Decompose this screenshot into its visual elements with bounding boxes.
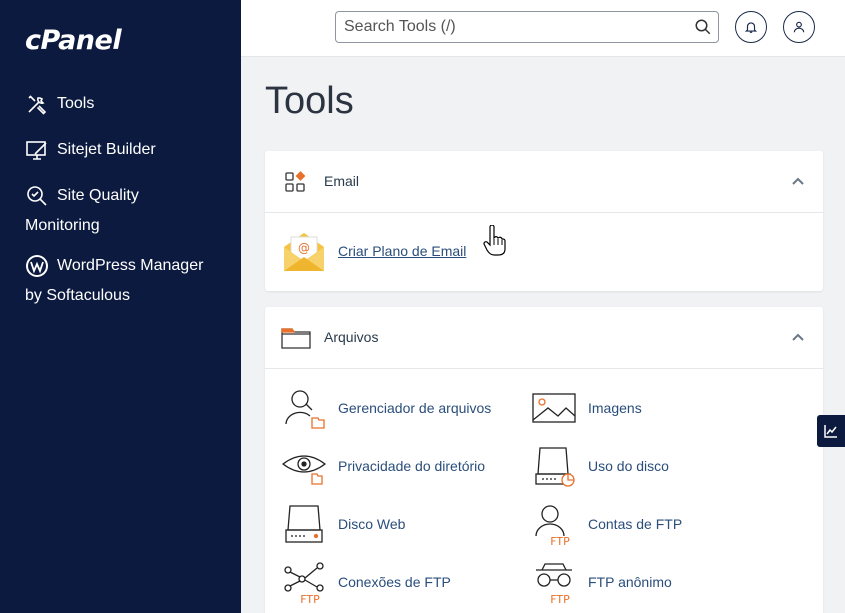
tool-imagens[interactable]: Imagens: [532, 386, 642, 430]
ftp-connections-icon: FTP: [282, 560, 326, 604]
ftp-badge: FTP: [550, 593, 570, 604]
sidebar-item-wordpress-manager[interactable]: WordPress Manager by Softaculous: [25, 251, 203, 311]
ftp-badge: FTP: [550, 535, 570, 546]
cpanel-logo[interactable]: cPanel: [25, 25, 122, 56]
sidebar-item-label: Site Quality: [57, 187, 139, 204]
tools-icon: [25, 92, 49, 116]
folder-icon: [281, 328, 311, 349]
tool-disco-web[interactable]: Disco Web: [282, 502, 405, 546]
chevron-up-icon[interactable]: [791, 332, 805, 342]
chart-line-icon: [824, 425, 837, 438]
monitor-brush-icon: [25, 138, 49, 162]
hand-cursor-icon: [483, 225, 506, 256]
sidebar: cPanel Tools Sitejet Builder Site Qualit…: [0, 0, 241, 613]
files-panel-title: Arquivos: [324, 329, 379, 345]
top-bar: [241, 0, 845, 57]
tool-label[interactable]: Criar Plano de Email: [338, 243, 466, 259]
notifications-button[interactable]: [735, 11, 767, 43]
ftp-accounts-icon: FTP: [532, 502, 576, 546]
tool-label[interactable]: Contas de FTP: [588, 516, 682, 532]
eye-folder-icon: [282, 444, 326, 488]
email-panel: Email @ Criar Plano de Email: [265, 151, 823, 291]
disk-usage-icon: [532, 444, 576, 488]
tool-label[interactable]: Conexões de FTP: [338, 574, 451, 590]
tool-criar-plano-de-email[interactable]: @ Criar Plano de Email: [282, 229, 466, 273]
sidebar-item-label: WordPress Manager: [57, 257, 204, 274]
user-menu-button[interactable]: [783, 11, 815, 43]
sidebar-item-site-quality-monitoring[interactable]: Site Quality Monitoring: [25, 181, 139, 241]
search-box: [335, 11, 719, 43]
tool-contas-de-ftp[interactable]: FTP Contas de FTP: [532, 502, 682, 546]
chevron-up-icon[interactable]: [791, 176, 805, 186]
file-manager-icon: [282, 386, 326, 430]
sidebar-item-label: Sitejet Builder: [57, 141, 156, 158]
search-icon[interactable]: [694, 18, 712, 36]
magnifier-check-icon: [25, 184, 49, 208]
tool-privacidade-do-diretorio[interactable]: Privacidade do diretório: [282, 444, 485, 488]
image-icon: [532, 386, 576, 430]
tool-conexoes-de-ftp[interactable]: FTP Conexões de FTP: [282, 560, 451, 604]
anonymous-ftp-icon: FTP: [532, 560, 576, 604]
ftp-badge: FTP: [300, 593, 320, 604]
sidebar-item-label-line2: by Softaculous: [25, 287, 130, 304]
tool-label[interactable]: Disco Web: [338, 516, 405, 532]
search-input[interactable]: [344, 12, 684, 42]
bell-icon: [744, 22, 758, 33]
web-disk-icon: [282, 502, 326, 546]
page-title: Tools: [265, 80, 354, 122]
tool-label[interactable]: Uso do disco: [588, 458, 669, 474]
tool-label[interactable]: Privacidade do diretório: [338, 458, 485, 474]
tool-uso-do-disco[interactable]: Uso do disco: [532, 444, 669, 488]
tool-ftp-anonimo[interactable]: FTP FTP anônimo: [532, 560, 672, 604]
tool-gerenciador-de-arquivos[interactable]: Gerenciador de arquivos: [282, 386, 491, 430]
wordpress-icon: [25, 254, 49, 278]
files-panel-header[interactable]: Arquivos: [265, 307, 823, 369]
email-panel-header[interactable]: Email: [265, 151, 823, 213]
sidebar-item-sitejet-builder[interactable]: Sitejet Builder: [25, 135, 156, 165]
stats-side-tab[interactable]: [817, 415, 845, 447]
tool-label[interactable]: FTP anônimo: [588, 574, 672, 590]
email-panel-title: Email: [324, 173, 360, 189]
email-section-icon: [285, 171, 306, 192]
tool-label[interactable]: Gerenciador de arquivos: [338, 400, 491, 416]
sidebar-item-tools[interactable]: Tools: [25, 89, 94, 119]
envelope-icon: @: [282, 229, 326, 273]
tool-label[interactable]: Imagens: [588, 400, 642, 416]
files-panel: Arquivos Gerenciador de arquivos Imagens…: [265, 307, 823, 613]
user-icon: [793, 21, 805, 33]
sidebar-item-label-line2: Monitoring: [25, 217, 100, 234]
svg-text:@: @: [298, 241, 310, 255]
sidebar-item-label: Tools: [57, 95, 95, 112]
